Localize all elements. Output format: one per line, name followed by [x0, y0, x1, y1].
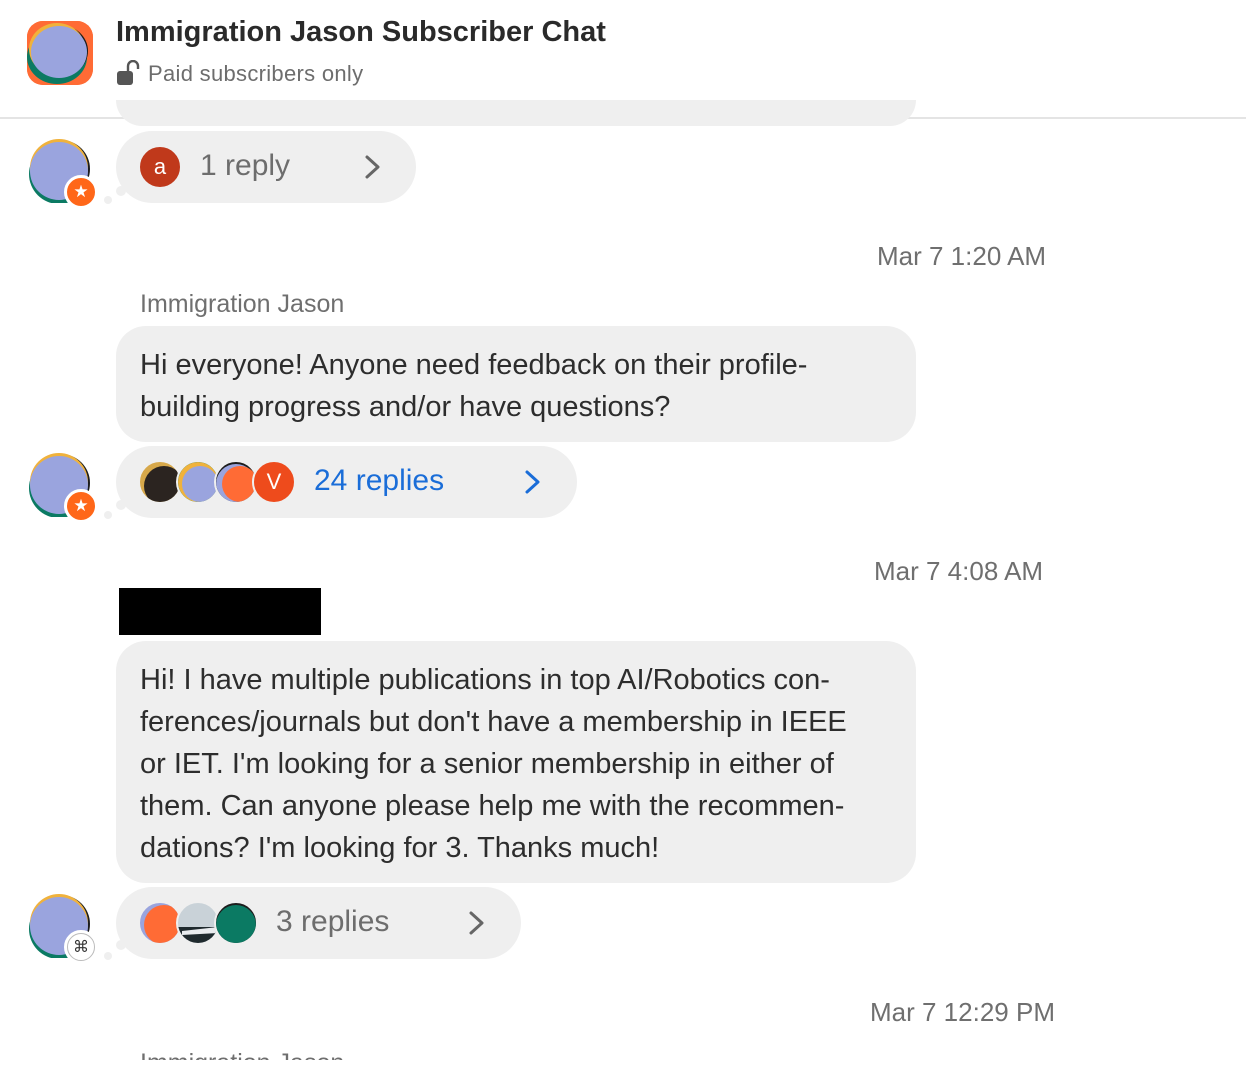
message-line: Hi everyone! Anyone need feedback on the… — [140, 349, 808, 381]
user-avatar[interactable]: ⌘ — [28, 894, 98, 964]
message-line: building progress and/or have questions? — [140, 391, 671, 423]
reply-count: 24 replies — [314, 464, 445, 497]
message-line: Hi! I have multiple publications in top … — [140, 664, 830, 696]
reply-count: 3 replies — [276, 905, 390, 938]
community-badge-icon: ⌘ — [64, 930, 98, 964]
message-line: or IET. I'm looking for a senior members… — [140, 748, 834, 780]
redacted-sender-name — [119, 588, 321, 635]
replier-avatar — [214, 901, 258, 945]
sender-name: Immigration Jason — [140, 290, 345, 318]
reply-count: 1 reply — [200, 149, 291, 182]
star-badge-icon: ★ — [64, 175, 98, 209]
message-line: them. Can anyone please help me with the… — [140, 790, 845, 822]
message-timestamp: Mar 7 4:08 AM — [874, 556, 1044, 586]
sender-name: Immigration Jason — [140, 1046, 344, 1060]
message-timestamp: Mar 7 12:29 PM — [870, 997, 1055, 1027]
chevron-right-icon — [469, 911, 484, 935]
user-avatar[interactable]: ★ — [28, 453, 98, 523]
message-line: ferences/journals but don't have a membe… — [140, 706, 847, 738]
message-timestamp: Mar 7 1:20 AM — [877, 241, 1047, 271]
replier-avatar: V — [252, 460, 296, 504]
message-bubble: Hi everyone! Anyone need feedback on the… — [116, 326, 916, 442]
user-avatar[interactable]: ★ — [28, 139, 98, 209]
message-line: dations? I'm looking for 3. Thanks much! — [140, 832, 660, 864]
thread-replies-button[interactable]: V 24 replies — [116, 446, 577, 518]
chevron-right-icon — [525, 470, 540, 494]
star-badge-icon: ★ — [64, 489, 98, 523]
replier-avatar: a — [138, 145, 182, 189]
thread-replies-button[interactable]: a 1 reply — [116, 131, 416, 203]
thread-replies-button[interactable]: 3 replies — [116, 887, 521, 959]
chevron-right-icon — [365, 155, 380, 179]
message-bubble: Hi! I have multiple publications in top … — [116, 641, 916, 883]
